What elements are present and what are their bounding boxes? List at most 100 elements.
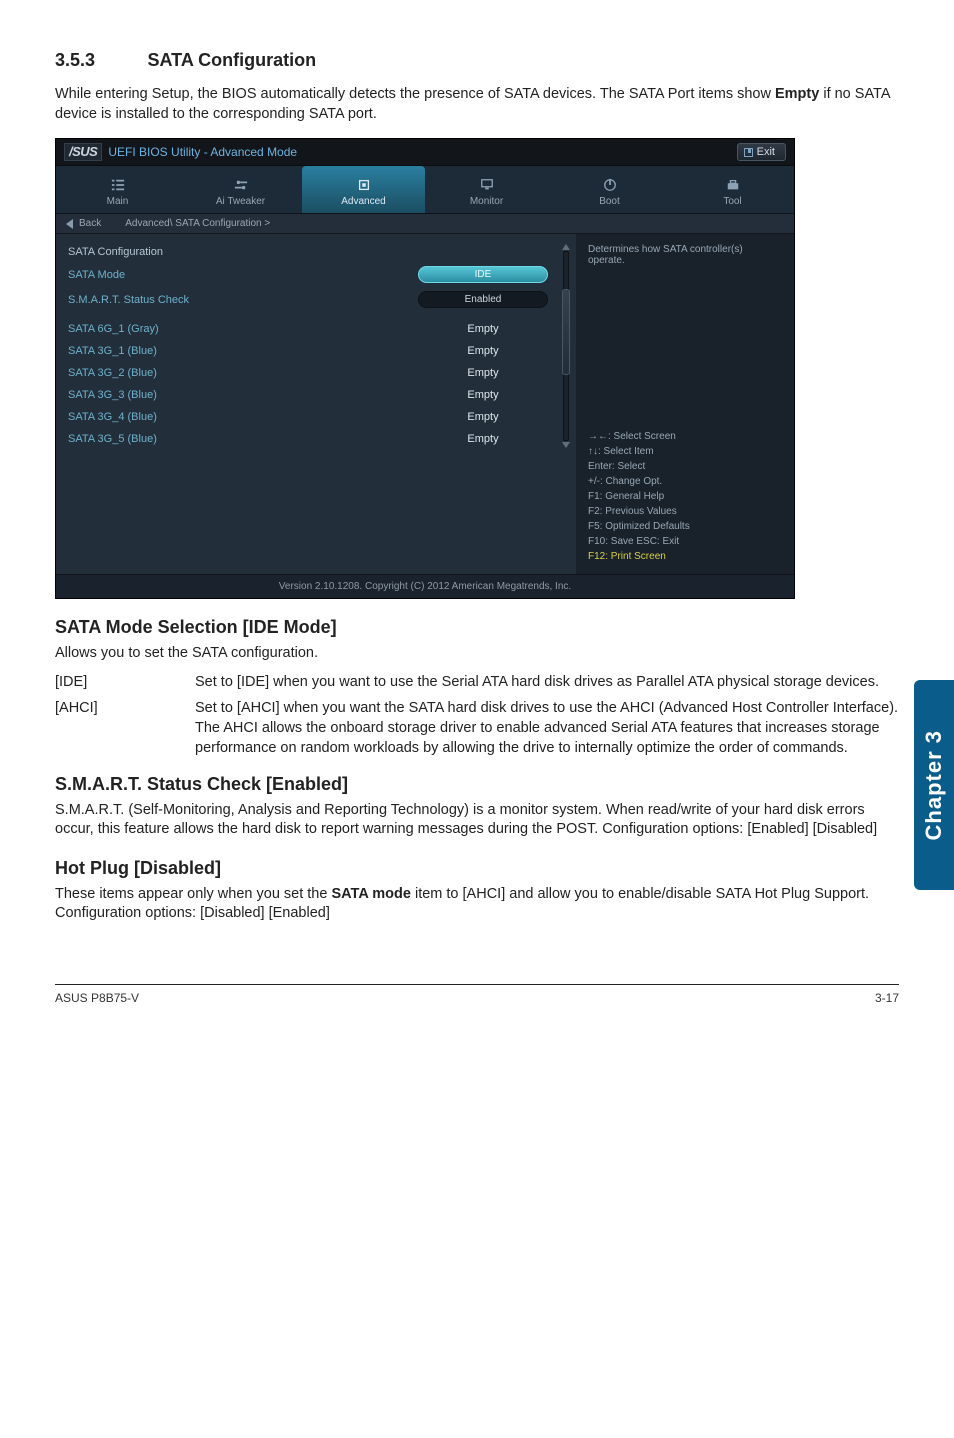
port-value: Empty	[418, 411, 548, 423]
footer-right: 3-17	[875, 991, 899, 1005]
bios-body: SATA Configuration SATA Mode IDE S.M.A.R…	[56, 234, 794, 574]
port-value: Empty	[418, 367, 548, 379]
tab-main[interactable]: Main	[56, 166, 179, 213]
sata-ports: SATA 6G_1 (Gray) Empty SATA 3G_1 (Blue) …	[68, 318, 548, 450]
sata-mode-options: [IDE] Set to [IDE] when you want to use …	[55, 672, 899, 758]
row-sata-mode[interactable]: SATA Mode IDE	[68, 262, 548, 287]
smart-value[interactable]: Enabled	[418, 291, 548, 308]
smart-label: S.M.A.R.T. Status Check	[68, 294, 189, 306]
sata-mode-value[interactable]: IDE	[418, 266, 548, 283]
page-footer: ASUS P8B75-V 3-17	[55, 984, 899, 1005]
help-key: F1: General Help	[588, 489, 782, 504]
option-row: [IDE] Set to [IDE] when you want to use …	[55, 672, 899, 692]
chapter-side-tab: Chapter 3	[914, 680, 954, 890]
tab-tool[interactable]: Tool	[671, 166, 794, 213]
help-key-list: →←: Select Screen ↑↓: Select Item Enter:…	[588, 429, 782, 564]
chip-icon	[302, 178, 425, 192]
tab-monitor[interactable]: Monitor	[425, 166, 548, 213]
bios-left-panel: SATA Configuration SATA Mode IDE S.M.A.R…	[56, 234, 576, 574]
option-text: Set to [AHCI] when you want the SATA har…	[195, 698, 899, 758]
section-title: SATA Configuration	[148, 50, 317, 70]
help-key: F2: Previous Values	[588, 504, 782, 519]
exit-icon	[744, 148, 753, 157]
port-label: SATA 6G_1 (Gray)	[68, 323, 159, 335]
scroll-down-icon[interactable]	[562, 442, 570, 448]
bios-logo: /SUS	[64, 143, 102, 161]
help-key: ↑↓: Select Item	[588, 444, 782, 459]
bios-screenshot: /SUS UEFI BIOS Utility - Advanced Mode E…	[55, 138, 795, 599]
section-heading: 3.5.3 SATA Configuration	[55, 50, 899, 71]
sata-mode-desc: Allows you to set the SATA configuration…	[55, 644, 899, 664]
chapter-side-label: Chapter 3	[921, 730, 947, 840]
help-key: +/-: Change Opt.	[588, 474, 782, 489]
tab-boot[interactable]: Boot	[548, 166, 671, 213]
monitor-icon	[425, 178, 548, 192]
option-key: [IDE]	[55, 672, 195, 692]
sliders-icon	[179, 178, 302, 192]
back-label[interactable]: Back	[79, 218, 101, 229]
bios-titlebar-left: /SUS UEFI BIOS Utility - Advanced Mode	[64, 143, 297, 161]
tab-label: Tool	[723, 196, 741, 207]
help-description: Determines how SATA controller(s) operat…	[588, 244, 782, 266]
option-text: Set to [IDE] when you want to use the Se…	[195, 672, 899, 692]
help-key: F12: Print Screen	[588, 549, 782, 564]
port-label: SATA 3G_1 (Blue)	[68, 345, 157, 357]
sata-port-row: SATA 3G_4 (Blue) Empty	[68, 406, 548, 428]
port-value: Empty	[418, 433, 548, 445]
sata-port-row: SATA 6G_1 (Gray) Empty	[68, 318, 548, 340]
back-arrow-icon[interactable]	[66, 219, 73, 229]
port-value: Empty	[418, 323, 548, 335]
exit-label: Exit	[757, 146, 775, 158]
smart-desc: S.M.A.R.T. (Self-Monitoring, Analysis an…	[55, 801, 899, 840]
intro-paragraph: While entering Setup, the BIOS automatic…	[55, 85, 899, 124]
help-key: →←: Select Screen	[588, 429, 782, 444]
option-key: [AHCI]	[55, 698, 195, 758]
bios-footer: Version 2.10.1208. Copyright (C) 2012 Am…	[56, 574, 794, 598]
help-key: Enter: Select	[588, 459, 782, 474]
heading-smart: S.M.A.R.T. Status Check [Enabled]	[55, 774, 899, 795]
section-number: 3.5.3	[55, 50, 95, 70]
tab-ai-tweaker[interactable]: Ai Tweaker	[179, 166, 302, 213]
sata-port-row: SATA 3G_2 (Blue) Empty	[68, 362, 548, 384]
help-key: F5: Optimized Defaults	[588, 519, 782, 534]
option-row: [AHCI] Set to [AHCI] when you want the S…	[55, 698, 899, 758]
scroll-up-icon[interactable]	[562, 244, 570, 250]
tab-label: Advanced	[341, 196, 385, 207]
port-label: SATA 3G_3 (Blue)	[68, 389, 157, 401]
hotplug-desc: These items appear only when you set the…	[55, 885, 899, 924]
power-icon	[548, 178, 671, 192]
sata-port-row: SATA 3G_1 (Blue) Empty	[68, 340, 548, 362]
bios-breadcrumb-row: Back Advanced\ SATA Configuration >	[56, 214, 794, 234]
port-label: SATA 3G_2 (Blue)	[68, 367, 157, 379]
scroll-thumb[interactable]	[562, 289, 570, 375]
help-key: F10: Save ESC: Exit	[588, 534, 782, 549]
toolbox-icon	[671, 178, 794, 192]
bios-help-panel: Determines how SATA controller(s) operat…	[576, 234, 794, 574]
sata-mode-label: SATA Mode	[68, 269, 125, 281]
port-label: SATA 3G_4 (Blue)	[68, 411, 157, 423]
hotplug-desc-bold: SATA mode	[331, 886, 410, 902]
port-label: SATA 3G_5 (Blue)	[68, 433, 157, 445]
footer-left: ASUS P8B75-V	[55, 991, 139, 1005]
tab-label: Ai Tweaker	[216, 196, 265, 207]
bios-titlebar: /SUS UEFI BIOS Utility - Advanced Mode E…	[56, 139, 794, 166]
sata-port-row: SATA 3G_3 (Blue) Empty	[68, 384, 548, 406]
sata-port-row: SATA 3G_5 (Blue) Empty	[68, 428, 548, 450]
tab-advanced[interactable]: Advanced	[302, 166, 425, 213]
panel-header: SATA Configuration	[68, 242, 548, 262]
heading-sata-mode: SATA Mode Selection [IDE Mode]	[55, 617, 899, 638]
heading-hotplug: Hot Plug [Disabled]	[55, 858, 899, 879]
tab-label: Boot	[599, 196, 620, 207]
bios-title-text: UEFI BIOS Utility - Advanced Mode	[108, 145, 297, 159]
port-value: Empty	[418, 389, 548, 401]
scrollbar[interactable]	[560, 244, 572, 448]
hotplug-desc-pre: These items appear only when you set the	[55, 886, 331, 902]
exit-button[interactable]: Exit	[737, 143, 786, 161]
tab-label: Main	[107, 196, 129, 207]
tab-label: Monitor	[470, 196, 503, 207]
port-value: Empty	[418, 345, 548, 357]
intro-bold: Empty	[775, 86, 819, 102]
list-icon	[56, 178, 179, 192]
row-smart-status[interactable]: S.M.A.R.T. Status Check Enabled	[68, 287, 548, 312]
bios-tab-bar: Main Ai Tweaker Advanced Monitor Boot To…	[56, 166, 794, 214]
